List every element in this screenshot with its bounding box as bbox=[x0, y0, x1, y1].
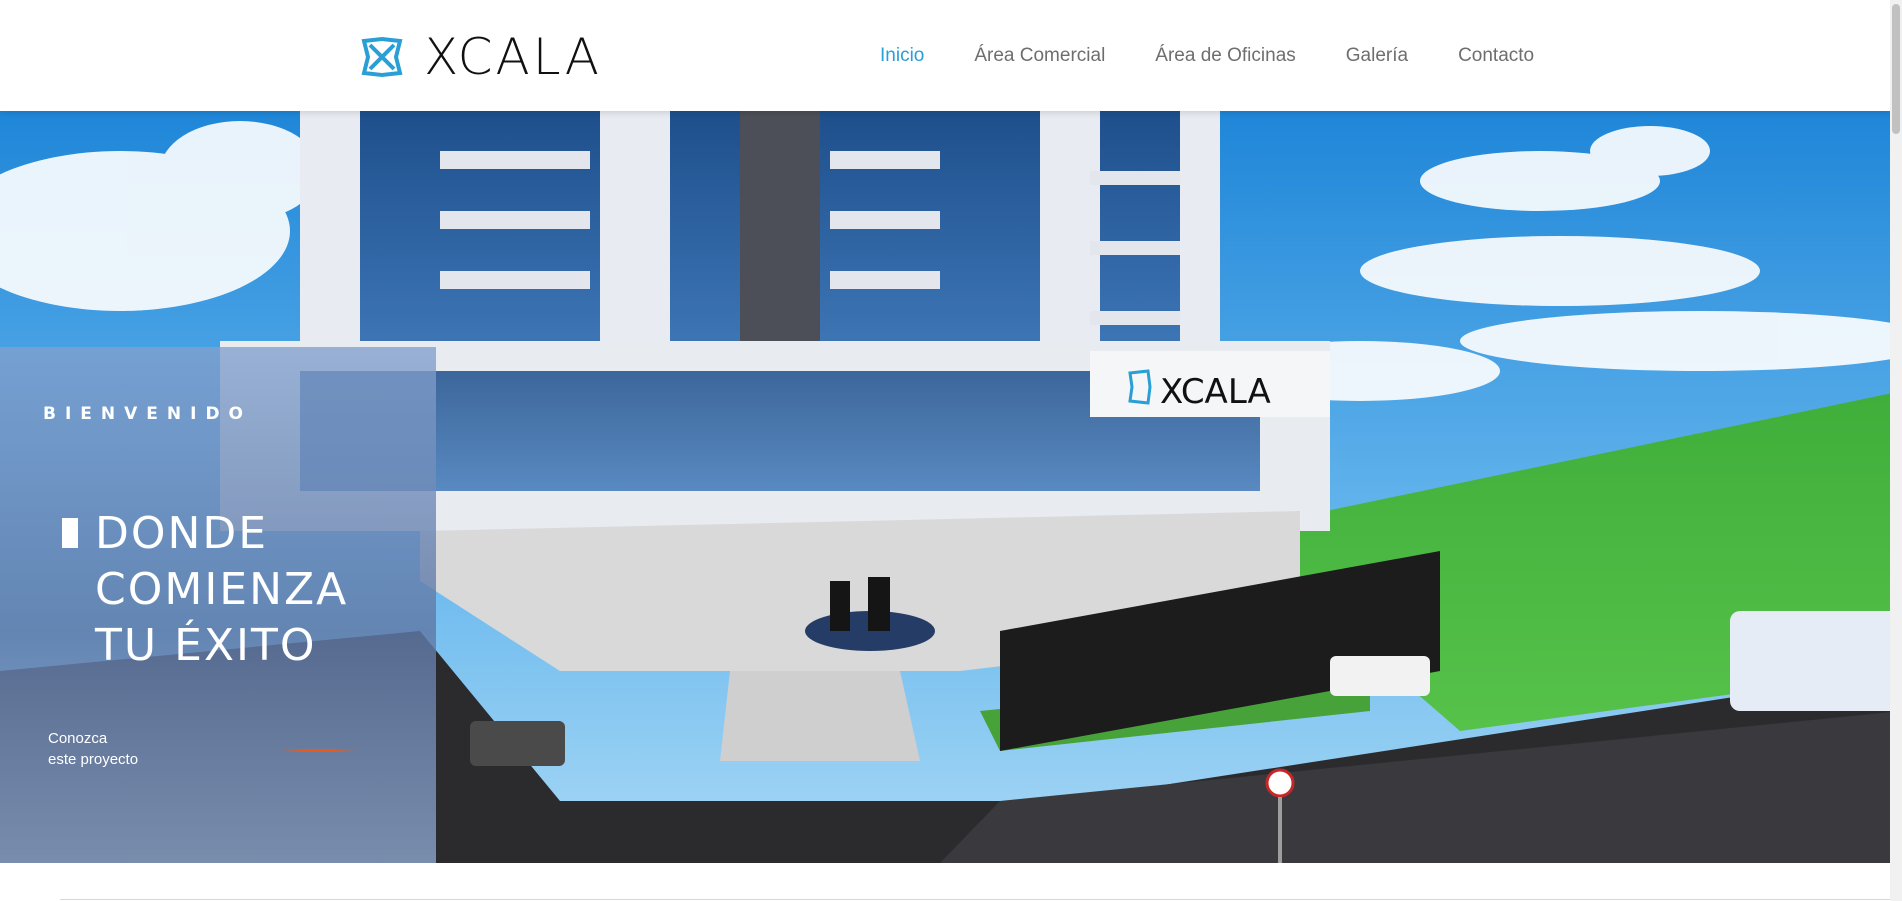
scrollbar-thumb[interactable] bbox=[1892, 4, 1900, 134]
learn-more-line: este proyecto bbox=[48, 751, 139, 768]
building-sign-text: XCALA bbox=[1160, 372, 1271, 412]
content-section-start bbox=[0, 863, 1890, 901]
page-scrollbar[interactable] bbox=[1890, 0, 1902, 901]
title-accent-bar bbox=[62, 518, 78, 548]
learn-more-line: Conozca bbox=[48, 730, 108, 747]
hero-title-line: TU ÉXITO bbox=[95, 620, 317, 671]
xcala-logo-icon bbox=[361, 36, 403, 78]
hero-title-line: COMIENZA bbox=[95, 564, 349, 615]
brand-name: XCALA bbox=[424, 28, 602, 86]
nav-item-contacto[interactable]: Contacto bbox=[1458, 45, 1534, 67]
nav-item-galeria[interactable]: Galería bbox=[1346, 45, 1408, 67]
main-nav: Inicio Área Comercial Área de Oficinas G… bbox=[880, 0, 1584, 111]
hero-welcome: BIENVENIDO bbox=[43, 404, 253, 424]
nav-item-inicio[interactable]: Inicio bbox=[880, 45, 924, 67]
section-divider bbox=[60, 899, 1890, 900]
nav-item-area-oficinas[interactable]: Área de Oficinas bbox=[1155, 45, 1295, 67]
hero-title-line: DONDE bbox=[95, 508, 269, 559]
nav-item-area-comercial[interactable]: Área Comercial bbox=[974, 45, 1105, 67]
hero-title: DONDE COMIENZA TU ÉXITO bbox=[95, 506, 348, 674]
learn-more-link[interactable]: Conozca este proyecto bbox=[48, 728, 138, 770]
site-header: XCALA Inicio Área Comercial Área de Ofic… bbox=[0, 0, 1902, 111]
learn-more-underline bbox=[280, 749, 356, 752]
brand-logo[interactable]: XCALA bbox=[360, 28, 602, 86]
